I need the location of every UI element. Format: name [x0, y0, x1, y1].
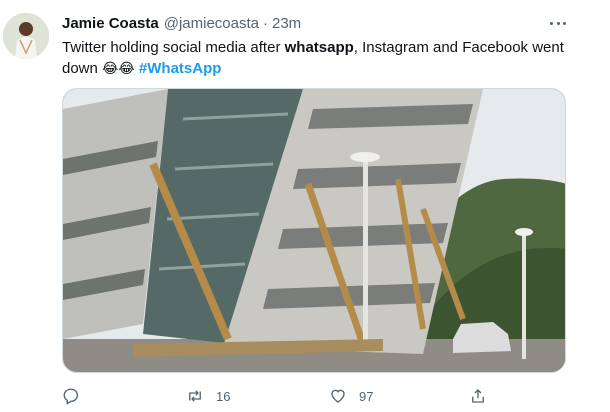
separator-dot: ·	[263, 14, 268, 32]
emoji-laughing: 😂😂	[102, 61, 135, 77]
share-icon	[472, 389, 484, 403]
tweet-text-part1: Twitter holding social media after	[62, 39, 285, 56]
more-options-icon[interactable]	[547, 14, 569, 32]
user-handle[interactable]: @jamiecoasta	[164, 15, 259, 32]
tweet-text-bold: whatsapp	[284, 39, 354, 56]
reply-icon	[63, 388, 79, 405]
hashtag-link[interactable]: #WhatsApp	[139, 60, 222, 77]
display-name[interactable]: Jamie Coasta	[62, 15, 159, 32]
like-count: 97	[359, 388, 374, 404]
retweet-button[interactable]: 16	[186, 386, 230, 406]
tweet-header: Jamie Coasta @jamiecoasta · 23m	[62, 13, 301, 33]
tweet[interactable]: Jamie Coasta @jamiecoasta · 23m Twitter …	[0, 0, 610, 412]
media-photo-illustration	[63, 89, 565, 372]
dot	[563, 21, 566, 25]
retweet-count: 16	[216, 388, 231, 404]
heart-icon	[331, 389, 345, 403]
reply-button[interactable]	[62, 386, 92, 406]
share-button[interactable]	[469, 386, 499, 406]
tweet-text: Twitter holding social media after whats…	[62, 37, 572, 80]
like-button[interactable]: 97	[329, 386, 373, 406]
dot	[550, 21, 553, 25]
avatar[interactable]	[3, 13, 49, 59]
retweet-icon	[189, 390, 201, 402]
dot	[556, 21, 560, 25]
tweet-actions: 16 97	[0, 386, 610, 406]
tweet-media-image[interactable]	[62, 88, 566, 373]
tweet-timestamp[interactable]: 23m	[272, 15, 301, 32]
